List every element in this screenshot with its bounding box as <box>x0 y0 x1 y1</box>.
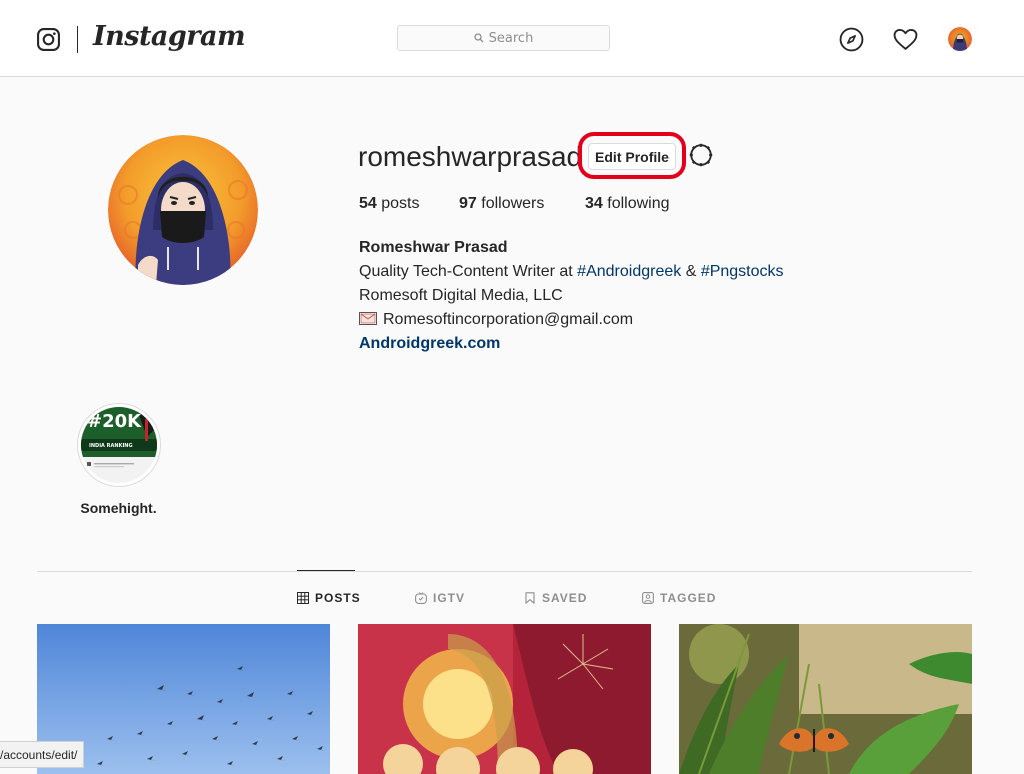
nav-profile-avatar[interactable] <box>948 27 972 51</box>
profile-username: romeshwarprasad <box>358 141 583 172</box>
active-tab-indicator <box>297 570 355 571</box>
profile-website-link[interactable]: Androidgreek.com <box>359 332 859 356</box>
instagram-logo-icon[interactable] <box>36 27 61 52</box>
profile-bio: Romeshwar Prasad Quality Tech-Content Wr… <box>359 236 859 356</box>
tab-igtv[interactable]: IGTV <box>415 591 465 605</box>
grid-icon <box>297 592 309 604</box>
settings-gear-icon[interactable] <box>689 143 713 167</box>
instagram-wordmark[interactable]: Instagram <box>93 21 246 52</box>
bio-line-2: Romesoft Digital Media, LLC <box>359 287 563 304</box>
logo-divider <box>77 26 78 53</box>
hashtag-pngstocks[interactable]: #Pngstocks <box>701 263 784 280</box>
highlight-image-subtitle: INDIA RANKING <box>89 443 133 449</box>
search-input[interactable]: Search <box>397 25 610 51</box>
hashtag-androidgreek[interactable]: #Androidgreek <box>577 263 681 280</box>
tab-saved[interactable]: SAVED <box>524 591 587 605</box>
tabs-divider <box>37 571 972 572</box>
highlight-image-title: #20K <box>87 411 142 432</box>
profile-avatar[interactable] <box>108 135 258 285</box>
post-thumbnail[interactable] <box>679 624 972 774</box>
highlight-label: Somehight. <box>80 500 157 516</box>
tagged-user-icon <box>642 592 654 604</box>
post-thumbnail[interactable] <box>358 624 651 774</box>
edit-profile-button[interactable]: Edit Profile <box>588 143 676 170</box>
search-placeholder: Search <box>488 30 534 46</box>
tab-posts[interactable]: POSTS <box>297 591 361 605</box>
heart-icon[interactable] <box>893 27 918 52</box>
igtv-icon <box>415 592 427 604</box>
search-icon <box>474 33 484 43</box>
compass-icon[interactable] <box>839 27 864 52</box>
bio-line-1: Quality Tech-Content Writer at #Androidg… <box>359 263 784 280</box>
bio-email: Romesoftincorporation@gmail.com <box>383 311 634 328</box>
top-navigation-bar: Instagram Search <box>0 0 1024 77</box>
tab-tagged[interactable]: TAGGED <box>642 591 716 605</box>
following-count[interactable]: 34 following <box>585 195 670 213</box>
posts-count: 54 posts <box>359 195 420 212</box>
browser-status-url: /accounts/edit/ <box>0 741 85 768</box>
bio-email-line: Romesoftincorporation@gmail.com <box>359 308 859 332</box>
followers-count[interactable]: 97 followers <box>459 195 544 213</box>
highlight-thumbnail[interactable]: #20K INDIA RANKING <box>81 407 157 483</box>
envelope-icon <box>359 312 377 325</box>
profile-full-name: Romeshwar Prasad <box>359 239 508 256</box>
bookmark-icon <box>525 592 535 604</box>
